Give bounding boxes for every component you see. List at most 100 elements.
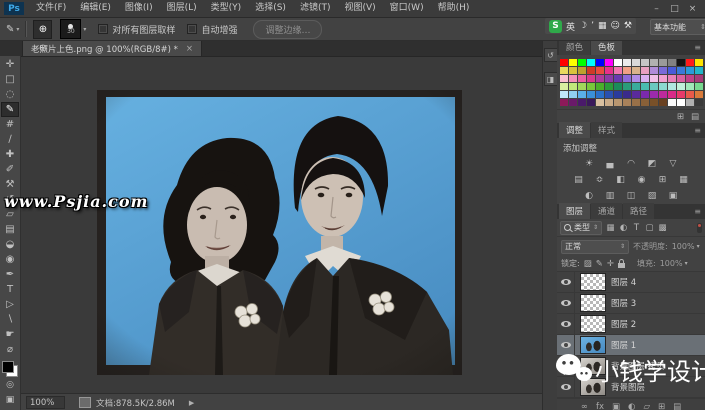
lasso-tool[interactable]: ◌ (1, 87, 19, 102)
menu-item-select[interactable]: 选择(S) (248, 3, 293, 13)
canvas-area[interactable] (20, 56, 542, 393)
color-balance-icon[interactable]: ≎ (592, 174, 607, 186)
color-swatch-2-0[interactable] (560, 75, 568, 82)
invert-icon[interactable]: ◐ (582, 190, 597, 202)
type-tool[interactable]: T (1, 282, 19, 297)
color-swatch-2-9[interactable] (641, 75, 649, 82)
tool-preset-picker[interactable]: ✎ ▾ (6, 24, 19, 35)
color-swatch-3-14[interactable] (686, 83, 694, 90)
lock-transparency-icon[interactable]: ▨ (584, 259, 592, 269)
color-swatch-2-13[interactable] (677, 75, 685, 82)
color-swatch-0-5[interactable] (605, 59, 613, 66)
screen-mode-icon[interactable]: ▣ (1, 394, 19, 407)
auto-enhance-checkbox[interactable] (187, 24, 197, 34)
color-swatch-1-13[interactable] (677, 67, 685, 74)
spot-healing-tool[interactable]: ✚ (1, 147, 19, 162)
layer-thumbnail[interactable] (580, 315, 606, 333)
selective-color-icon[interactable]: ▣ (666, 190, 681, 202)
status-popup-arrow-icon[interactable]: ▶ (189, 399, 194, 407)
color-swatch-1-6[interactable] (614, 67, 622, 74)
color-swatch-3-4[interactable] (596, 83, 604, 90)
blur-tool[interactable]: ◒ (1, 237, 19, 252)
new-layer-icon[interactable]: ⊞ (658, 402, 665, 410)
menu-item-layer[interactable]: 图层(L) (160, 3, 204, 13)
color-swatch-2-1[interactable] (569, 75, 577, 82)
blend-mode-select[interactable]: 正常 ⇕ (561, 240, 629, 254)
new-adjustment-layer-icon[interactable]: ◐ (628, 402, 635, 410)
color-swatch-2-14[interactable] (686, 75, 694, 82)
menu-item-window[interactable]: 窗口(W) (383, 3, 431, 13)
ime-wrench-icon[interactable]: ⚒ (624, 21, 632, 31)
color-swatch-4-11[interactable] (659, 91, 667, 98)
color-swatch-2-7[interactable] (623, 75, 631, 82)
line-tool[interactable]: ∖ (1, 312, 19, 327)
color-swatch-4-5[interactable] (605, 91, 613, 98)
opacity-field[interactable]: 100% ▾ (672, 242, 700, 251)
layer-row[interactable]: 图层 3 (557, 293, 705, 314)
color-swatch-5-15[interactable] (695, 99, 703, 106)
layer-row[interactable]: 图层 4 (557, 272, 705, 293)
color-swatch-0-13[interactable] (677, 59, 685, 66)
color-swatch-1-1[interactable] (569, 67, 577, 74)
channel-mixer-icon[interactable]: ⊞ (655, 174, 670, 186)
menu-item-image[interactable]: 图像(I) (118, 3, 160, 13)
foreground-color-swatch[interactable] (2, 361, 14, 373)
menu-item-help[interactable]: 帮助(H) (431, 3, 477, 13)
color-swatch-2-5[interactable] (605, 75, 613, 82)
color-swatch-2-12[interactable] (668, 75, 676, 82)
move-tool[interactable]: ✛ (1, 57, 19, 72)
color-swatch-3-9[interactable] (641, 83, 649, 90)
lock-all-icon[interactable] (618, 263, 625, 268)
color-swatch-2-8[interactable] (632, 75, 640, 82)
color-swatch-3-6[interactable] (614, 83, 622, 90)
swatches-panel-menu-icon[interactable]: ≡ (694, 43, 701, 52)
color-swatch-4-2[interactable] (578, 91, 586, 98)
color-swatch-0-10[interactable] (650, 59, 658, 66)
color-swatch-2-15[interactable] (695, 75, 703, 82)
color-swatch-1-2[interactable] (578, 67, 586, 74)
brush-size-picker[interactable]: 30 (60, 19, 81, 39)
color-swatch-4-10[interactable] (650, 91, 658, 98)
ime-lang-icon[interactable]: 英 (566, 20, 575, 33)
marquee-tool[interactable]: □ (1, 72, 19, 87)
minimize-button[interactable]: – (649, 3, 664, 15)
color-swatch-5-4[interactable] (596, 99, 604, 106)
color-swatch-2-3[interactable] (587, 75, 595, 82)
photo-filter-icon[interactable]: ◉ (634, 174, 649, 186)
color-swatch-5-7[interactable] (623, 99, 631, 106)
workspace-switcher[interactable]: 基本功能 ⇕ (650, 19, 705, 35)
color-swatch-3-8[interactable] (632, 83, 640, 90)
gradient-map-icon[interactable]: ▨ (645, 190, 660, 202)
color-swatch-0-4[interactable] (596, 59, 604, 66)
zoom-tool[interactable]: ⌀ (1, 342, 19, 357)
photo-document[interactable] (97, 90, 462, 375)
color-swatch-4-12[interactable] (668, 91, 676, 98)
filter-kind-select[interactable]: 类型 ⇕ (560, 221, 602, 235)
color-swatch-4-9[interactable] (641, 91, 649, 98)
menu-item-view[interactable]: 视图(V) (337, 3, 382, 13)
color-swatch-1-4[interactable] (596, 67, 604, 74)
color-swatch-5-10[interactable] (650, 99, 658, 106)
curves-icon[interactable]: ◠ (624, 158, 639, 170)
subtract-from-selection[interactable]: ⊖ (33, 39, 52, 58)
menu-item-filter[interactable]: 滤镜(T) (293, 3, 338, 13)
color-swatch-0-11[interactable] (659, 59, 667, 66)
add-to-selection[interactable]: ⊕ (33, 20, 52, 39)
color-swatch-4-13[interactable] (677, 91, 685, 98)
delete-swatch-icon[interactable]: ▤ (691, 112, 699, 122)
color-swatch-4-0[interactable] (560, 91, 568, 98)
posterize-icon[interactable]: ▥ (603, 190, 618, 202)
color-swatch-3-2[interactable] (578, 83, 586, 90)
color-swatch-1-8[interactable] (632, 67, 640, 74)
vibrance-icon[interactable]: ▽ (666, 158, 681, 170)
layers-tab-paths[interactable]: 路径 (623, 203, 654, 219)
color-swatch-3-5[interactable] (605, 83, 613, 90)
ime-keyboard-icon[interactable]: ▦ (598, 21, 607, 31)
properties-panel-icon[interactable]: ◨ (544, 72, 558, 86)
color-swatch-0-7[interactable] (623, 59, 631, 66)
color-swatch-0-2[interactable] (578, 59, 586, 66)
color-swatch-4-6[interactable] (614, 91, 622, 98)
layer-visibility-toggle[interactable] (557, 272, 575, 292)
menu-item-edit[interactable]: 编辑(E) (73, 3, 118, 13)
color-swatch-4-14[interactable] (686, 91, 694, 98)
